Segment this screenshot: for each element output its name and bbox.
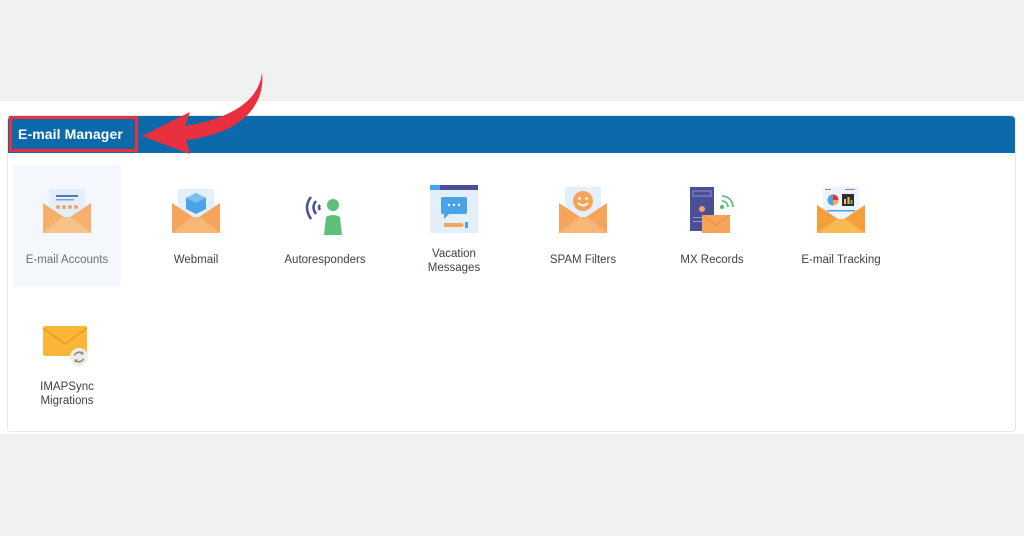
- tile-spam-filters[interactable]: SPAM Filters: [529, 165, 637, 287]
- tile-label-line1: Vacation: [432, 248, 476, 260]
- tile-label-line2: Migrations: [40, 395, 94, 407]
- tile-email-accounts[interactable]: E-mail Accounts: [13, 165, 121, 287]
- tile-imapsync-migrations[interactable]: IMAPSync Migrations: [13, 300, 121, 422]
- envelope-smiley-icon: [559, 187, 607, 233]
- window-chat-icon: [430, 185, 478, 233]
- tile-webmail[interactable]: Webmail: [142, 165, 250, 287]
- person-broadcast-icon: [305, 196, 342, 235]
- tile-label-line2: Messages: [427, 262, 481, 274]
- tile-label: SPAM Filters: [549, 254, 617, 266]
- tile-autoresponders[interactable]: Autoresponders: [271, 165, 379, 287]
- tile-label: Autoresponders: [284, 254, 366, 266]
- tile-label: Vacation Messages: [400, 247, 508, 275]
- tile-vacation-messages[interactable]: Vacation Messages: [400, 165, 508, 287]
- annotation-arrow-icon: [142, 72, 263, 154]
- tile-label: E-mail Tracking: [801, 254, 881, 266]
- tile-label: MX Records: [680, 254, 744, 266]
- envelope-chart-icon: [817, 187, 865, 233]
- envelope-password-icon: [43, 189, 91, 233]
- tile-label: Webmail: [173, 254, 219, 266]
- tile-email-tracking[interactable]: E-mail Tracking: [787, 165, 895, 287]
- annotation-highlight-box: [9, 116, 138, 152]
- tile-label: E-mail Accounts: [25, 254, 109, 266]
- tile-mx-records[interactable]: MX Records: [658, 165, 766, 287]
- envelope-sync-icon: [42, 326, 88, 366]
- envelope-cube-icon: [172, 189, 220, 233]
- server-envelope-icon: [690, 187, 734, 233]
- tile-label-line1: IMAPSync: [40, 381, 94, 393]
- tile-label: IMAPSync Migrations: [13, 380, 121, 408]
